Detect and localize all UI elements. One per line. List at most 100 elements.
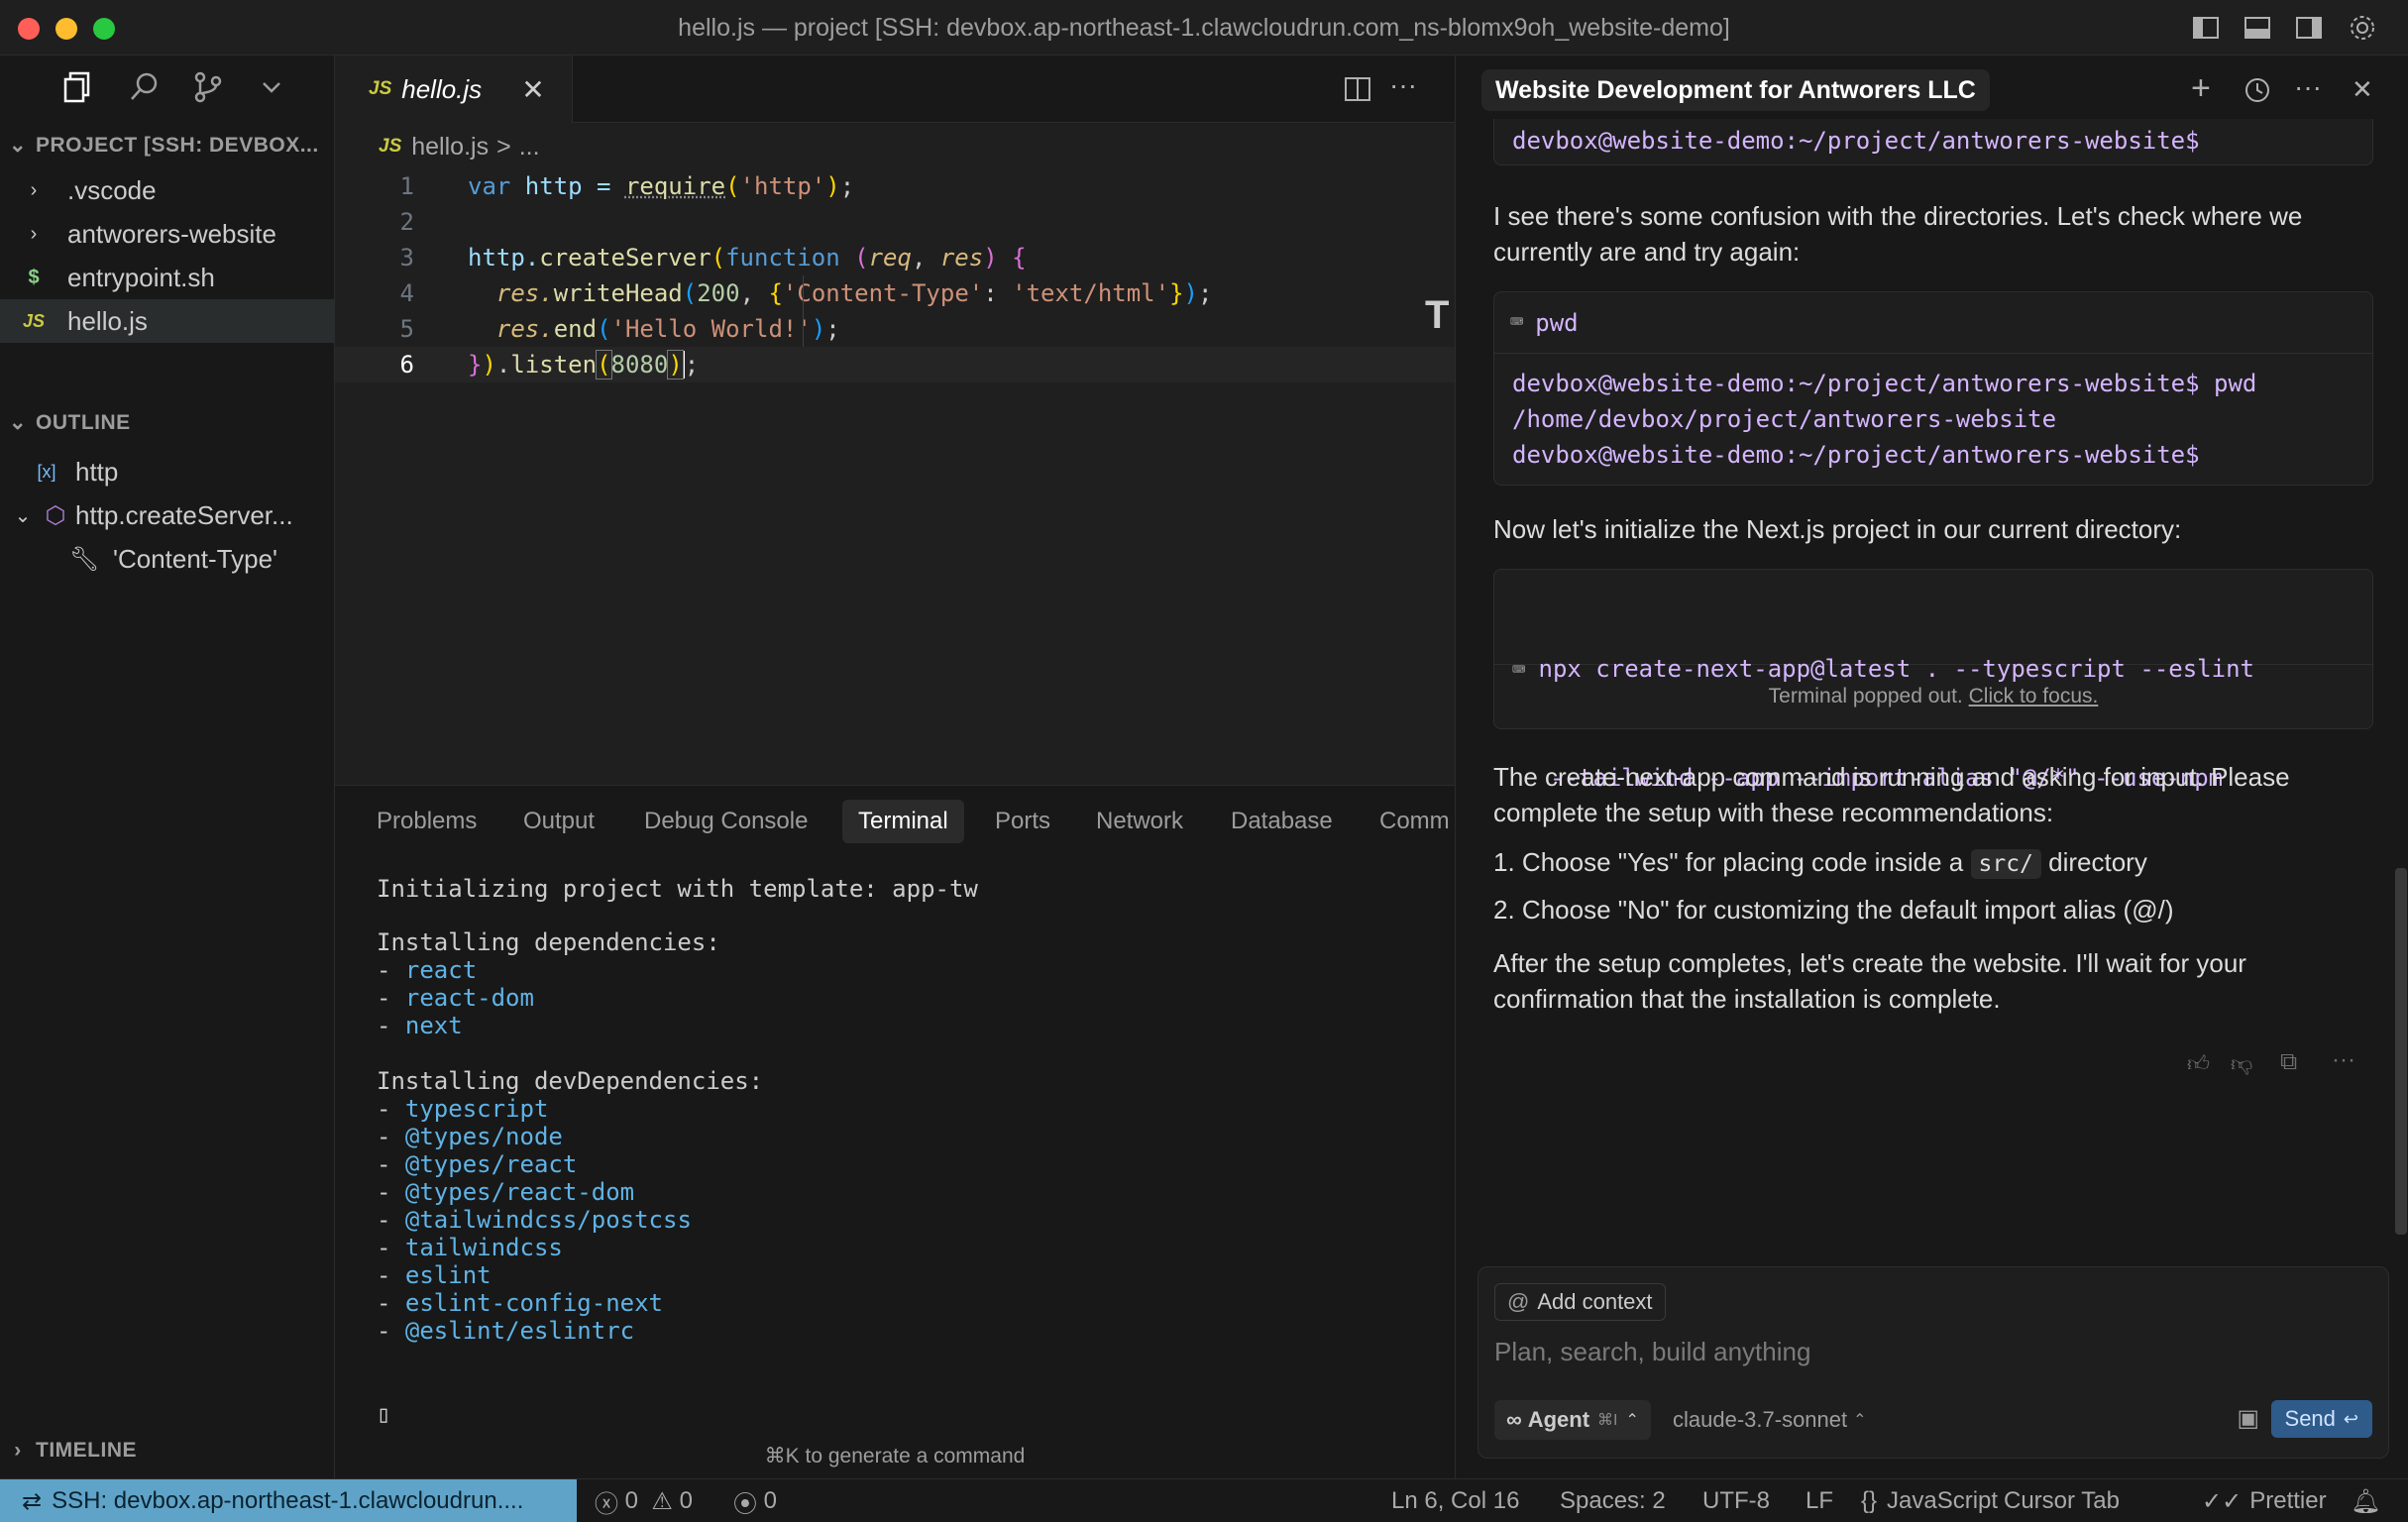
- line-endings[interactable]: LF: [1806, 1479, 1833, 1522]
- chevron-down-icon: ⌄: [0, 410, 36, 435]
- settings-gear-icon[interactable]: [2347, 12, 2378, 44]
- notifications-bell-icon[interactable]: 🔔︎: [2351, 1479, 2380, 1522]
- chat-composer: @ Add context Plan, search, build anythin…: [1478, 1266, 2389, 1459]
- source-control-icon[interactable]: [190, 69, 226, 105]
- more-actions-icon[interactable]: ···: [1389, 69, 1417, 101]
- more-options-icon[interactable]: ···: [2294, 73, 2328, 107]
- prettier-status[interactable]: ✓✓ Prettier: [2202, 1479, 2327, 1522]
- image-attach-icon[interactable]: ▣: [2237, 1404, 2259, 1433]
- panel-tab-debug-console[interactable]: Debug Console: [644, 800, 808, 843]
- editor-area: JS hello.js ✕ ··· JS hello.js > ... 1 va…: [335, 55, 1455, 785]
- model-selector[interactable]: claude-3.7-sonnet ⌃: [1673, 1400, 1867, 1440]
- explorer-sidebar: ⌄ PROJECT [SSH: DEVBOX... › .vscode › antwo…: [0, 55, 335, 1478]
- tree-item-vscode[interactable]: › .vscode: [0, 168, 335, 212]
- panel-tab-database[interactable]: Database: [1231, 800, 1333, 843]
- assistant-message-2: Now let's initialize the Next.js project…: [1493, 511, 2365, 547]
- breadcrumb-symbol[interactable]: ...: [519, 133, 540, 162]
- tab-hello-js[interactable]: JS hello.js ✕: [335, 55, 573, 123]
- terminal-dep: - next: [377, 1012, 463, 1039]
- problems-indicator[interactable]: ⓧ 0 ⚠ 0: [595, 1479, 693, 1522]
- code-line-3[interactable]: 3 http.createServer(function (req, res) …: [335, 240, 1455, 275]
- editor-tab-bar: JS hello.js ✕ ···: [335, 55, 1455, 123]
- chevron-down-icon: ⌄: [0, 133, 36, 158]
- window-title: hello.js — project [SSH: devbox.ap-north…: [0, 14, 2408, 43]
- split-editor-icon[interactable]: [1342, 73, 1373, 105]
- thumbs-up-icon[interactable]: 👍︎: [2187, 1050, 2210, 1077]
- assistant-message-4: After the setup completes, let's create …: [1493, 945, 2365, 1017]
- assistant-message-3: The create-next-app command is running a…: [1493, 759, 2365, 830]
- panel-tab-comments[interactable]: Comm: [1379, 800, 1455, 843]
- chevron-down-icon[interactable]: [254, 69, 289, 105]
- cursor-position[interactable]: Ln 6, Col 16: [1391, 1479, 1519, 1522]
- history-icon[interactable]: [2241, 73, 2274, 107]
- terminal-cursor: ▯: [377, 1400, 390, 1428]
- command-block-create-next-app[interactable]: ⌨︎ npx create-next-app@latest . --typesc…: [1493, 569, 2373, 729]
- chat-title-tab[interactable]: Website Development for Antworers LLC: [1481, 69, 1990, 111]
- remote-indicator[interactable]: ⇄ SSH: devbox.ap-northeast-1.clawcloudrun…: [0, 1479, 577, 1522]
- line-number: 3: [335, 244, 414, 272]
- new-chat-icon[interactable]: +: [2191, 73, 2225, 107]
- thumbs-down-icon[interactable]: 👎︎: [2231, 1050, 2252, 1077]
- code-line-1[interactable]: 1 var http = require('http');: [335, 168, 1455, 204]
- command-output: devbox@website-demo:~/project/antworers-…: [1494, 354, 2372, 485]
- terminal-devdep: - @types/react: [377, 1150, 577, 1178]
- click-to-focus-link[interactable]: Click to focus.: [1969, 685, 2099, 708]
- terminal-devdep: - @tailwindcss/postcss: [377, 1206, 692, 1234]
- indentation[interactable]: Spaces: 2: [1560, 1479, 1666, 1522]
- tree-item-entrypoint[interactable]: $ entrypoint.sh: [0, 256, 335, 299]
- tree-item-antworers-website[interactable]: › antworers-website: [0, 212, 335, 256]
- toggle-panel-icon[interactable]: [2242, 12, 2273, 44]
- chat-scrollbar[interactable]: [2395, 868, 2407, 1235]
- files-icon[interactable]: [61, 69, 97, 105]
- chat-input-field[interactable]: Plan, search, build anything: [1494, 1337, 1810, 1367]
- outline-item-createserver[interactable]: ⌄ ⬡ http.createServer...: [0, 493, 335, 537]
- terminal-icon: ⌨︎: [1510, 310, 1523, 335]
- breadcrumb: JS hello.js > ...: [335, 127, 540, 166]
- close-chat-icon[interactable]: ✕: [2352, 73, 2385, 107]
- tree-item-hello-js[interactable]: JS hello.js: [0, 299, 335, 343]
- terminal-devdep: - @types/node: [377, 1123, 563, 1150]
- search-icon[interactable]: [127, 69, 163, 105]
- code-line-2[interactable]: 2: [335, 204, 1455, 240]
- line-number: 6: [335, 351, 414, 379]
- previous-terminal-output: devbox@website-demo:~/project/antworers-…: [1493, 119, 2373, 165]
- agent-mode-selector[interactable]: ∞ Agent ⌘I ⌃: [1494, 1400, 1651, 1440]
- recommendation-2: 2. Choose "No" for customizing the defau…: [1493, 892, 2365, 927]
- send-button[interactable]: Send ↩: [2271, 1400, 2372, 1438]
- variable-icon: [x]: [0, 462, 75, 483]
- panel-tab-terminal[interactable]: Terminal: [842, 800, 964, 843]
- outline-item-http[interactable]: [x] http: [0, 450, 335, 493]
- panel-tab-ports[interactable]: Ports: [995, 800, 1050, 843]
- terminal-popped-text: Terminal popped out.: [1769, 685, 1963, 708]
- message-more-icon[interactable]: ···: [2332, 1046, 2355, 1074]
- outline-item-content-type[interactable]: 🔧︎ 'Content-Type': [0, 537, 335, 581]
- language-mode[interactable]: {} JavaScript: [1861, 1479, 1998, 1522]
- cursor-tab-status[interactable]: Cursor Tab: [2004, 1479, 2120, 1522]
- wrench-icon: 🔧︎: [0, 545, 113, 574]
- panel-tab-output[interactable]: Output: [523, 800, 595, 843]
- timeline-section-header[interactable]: › TIMELINE: [0, 1439, 335, 1472]
- code-line-5[interactable]: 5 res.end('Hello World!');: [335, 311, 1455, 347]
- ports-indicator[interactable]: ⦿ 0: [733, 1479, 777, 1522]
- encoding[interactable]: UTF-8: [1702, 1479, 1770, 1522]
- terminal-dep: - react-dom: [377, 984, 534, 1012]
- add-context-button[interactable]: @ Add context: [1494, 1283, 1666, 1321]
- close-tab-icon[interactable]: ✕: [521, 73, 544, 106]
- panel-tab-problems[interactable]: Problems: [377, 800, 477, 843]
- outline-section-header[interactable]: ⌄ OUTLINE: [0, 410, 335, 444]
- copy-icon[interactable]: ⧉: [2280, 1048, 2297, 1076]
- panel-tab-network[interactable]: Network: [1096, 800, 1183, 843]
- code-line-4[interactable]: 4 res.writeHead(200, {'Content-Type': 't…: [335, 275, 1455, 311]
- broadcast-icon: ⦿: [733, 1484, 757, 1519]
- infinity-icon: ∞: [1506, 1407, 1522, 1433]
- enter-icon: ↩: [2344, 1409, 2358, 1430]
- breadcrumb-file[interactable]: hello.js: [411, 133, 489, 162]
- cube-icon: ⬡: [36, 501, 75, 530]
- toggle-primary-sidebar-icon[interactable]: [2190, 12, 2222, 44]
- command-block-pwd[interactable]: ⌨︎ pwd devbox@website-demo:~/project/ant…: [1493, 291, 2373, 486]
- project-section-header[interactable]: ⌄ PROJECT [SSH: DEVBOX...: [0, 133, 335, 166]
- at-sign-icon: @: [1507, 1289, 1529, 1315]
- code-line-6[interactable]: 6 }).listen(8080);: [335, 347, 1455, 382]
- breadcrumb-separator: >: [496, 133, 511, 162]
- toggle-secondary-sidebar-icon[interactable]: [2293, 12, 2325, 44]
